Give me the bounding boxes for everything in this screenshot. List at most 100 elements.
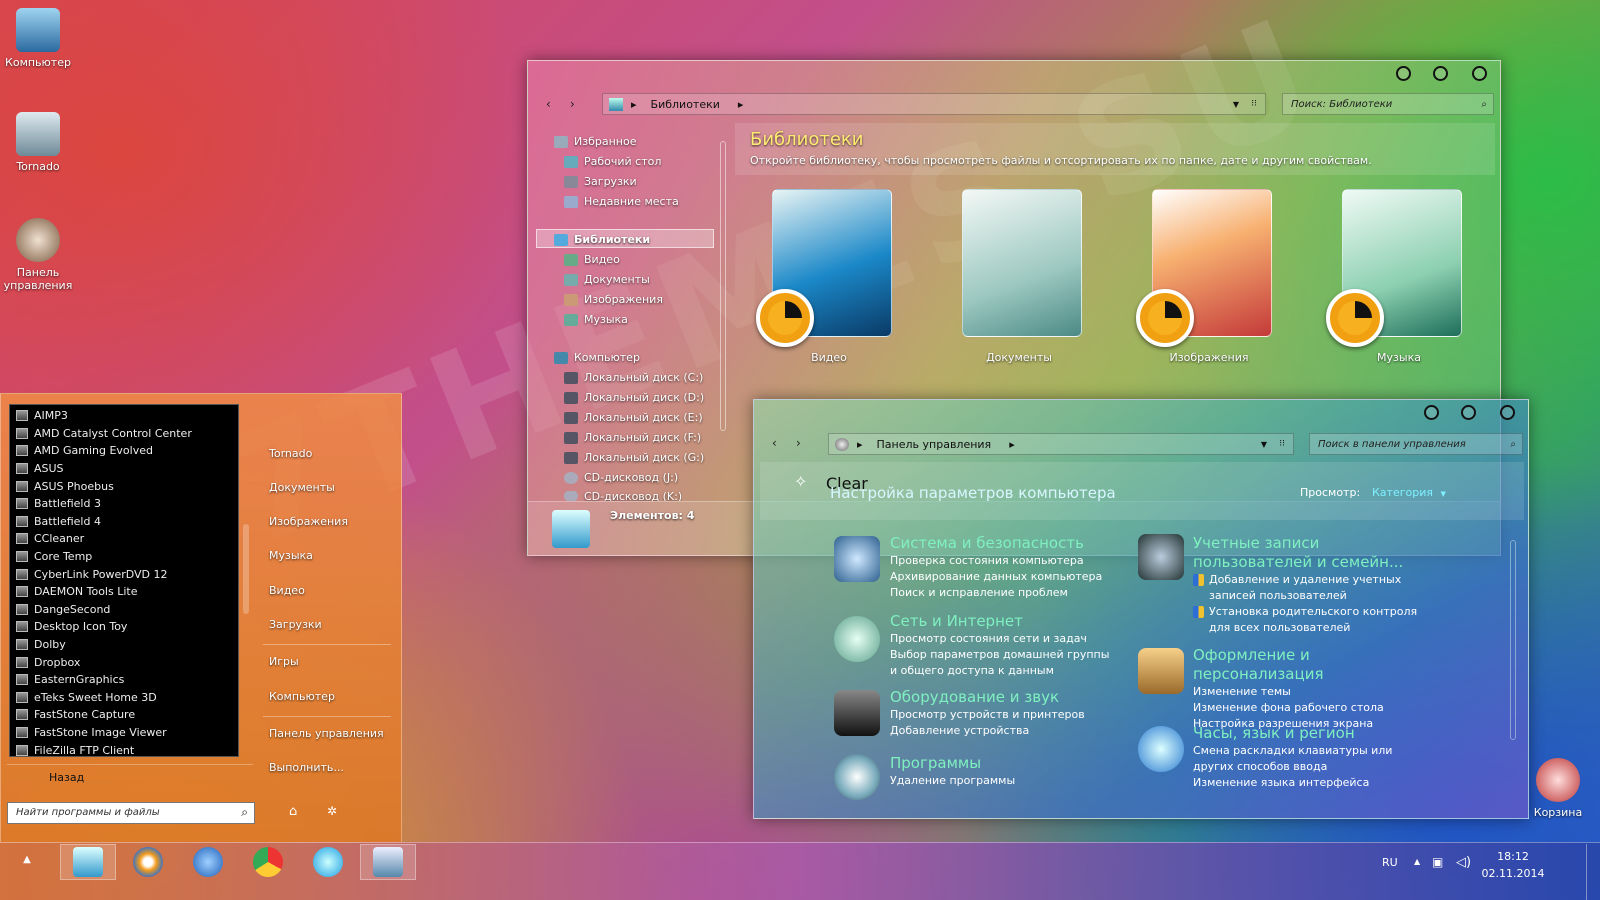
start-link-computer[interactable]: Компьютер [269,690,335,703]
taskbar-button-skype[interactable] [300,844,356,880]
category-clock-region[interactable]: Часы, язык и регион Смена раскладки клав… [1193,724,1433,791]
nav-item-drive-d[interactable]: Локальный диск (D:) [564,391,704,404]
maximize-button[interactable] [1433,66,1448,81]
program-item[interactable]: Battlefield 3 [10,495,238,513]
category-link[interactable]: Добавление и удаление учетных записей по… [1193,572,1433,604]
start-link-control-panel[interactable]: Панель управления [269,727,384,740]
start-link-documents[interactable]: Документы [269,481,335,494]
taskbar-button-chrome[interactable] [240,844,296,880]
taskbar-button-control-panel[interactable] [360,844,416,880]
nav-libraries[interactable]: Библиотеки [554,233,650,246]
category-user-accounts[interactable]: Учетные записи пользователей и семейн...… [1193,534,1433,636]
address-bar[interactable]: ▸ Панель управления ▸ ▼ ⁝⁝ [828,433,1294,455]
category-title[interactable]: Оборудование и звук [890,688,1120,707]
program-item[interactable]: Dropbox [10,653,238,671]
nav-item-music[interactable]: Музыка [564,313,628,326]
control-panel-window[interactable]: ‹ › ▸ Панель управления ▸ ▼ ⁝⁝ Поиск в п… [753,399,1529,819]
back-arrow-icon[interactable]: ‹ [546,97,551,111]
start-link-games[interactable]: Игры [269,655,299,668]
start-menu[interactable]: AIMP3 AMD Catalyst Control Center AMD Ga… [0,393,402,843]
nav-item-cd-k[interactable]: CD-дисковод (K:) [564,491,682,501]
category-network-internet[interactable]: Сеть и Интернет Просмотр состояния сети … [890,612,1120,679]
category-link[interactable]: Изменение языка интерфейса [1193,775,1433,791]
start-button[interactable]: ▲ [12,852,42,878]
volume-icon[interactable]: ◁) [1456,855,1471,870]
home-icon[interactable]: ⌂ [289,804,297,819]
program-item[interactable]: DAEMON Tools Lite [10,583,238,601]
start-search-input[interactable]: Найти программы и файлы ⌕ [7,802,255,824]
program-item[interactable]: eTeks Sweet Home 3D [10,689,238,707]
program-item[interactable]: AMD Catalyst Control Center [10,425,238,443]
category-link[interactable]: Поиск и исправление проблем [890,585,1120,601]
maximize-button[interactable] [1461,405,1476,420]
forward-arrow-icon[interactable]: › [796,436,801,450]
taskbar-button-explorer[interactable] [60,844,116,880]
nav-item-pictures[interactable]: Изображения [564,293,663,306]
history-dropdown-icon[interactable]: ▼ [1261,440,1267,449]
category-link[interactable]: Изменение фона рабочего стола [1193,700,1433,716]
category-title[interactable]: Система и безопасность [890,534,1120,553]
start-link-user[interactable]: Tornado [269,447,312,460]
language-indicator[interactable]: RU [1382,856,1398,869]
back-arrow-icon[interactable]: ‹ [772,436,777,450]
category-link[interactable]: Просмотр состояния сети и задач [890,631,1120,647]
desktop-icon-computer[interactable]: Компьютер [0,8,76,69]
search-input[interactable]: Поиск в панели управления ⌕ [1309,433,1523,455]
start-link-run[interactable]: Выполнить... [269,761,344,774]
show-hidden-icons-icon[interactable]: ▲ [1414,857,1420,866]
programs-scrollbar[interactable] [243,524,249,614]
close-button[interactable] [1500,405,1515,420]
address-bar[interactable]: ▸ Библиотеки ▸ ▼ ⁝⁝ [602,93,1266,115]
nav-item-drive-c[interactable]: Локальный диск (C:) [564,371,703,384]
category-appearance[interactable]: Оформление и персонализация Изменение те… [1193,646,1433,732]
program-item[interactable]: DangeSecond [10,601,238,619]
taskbar-button-media-player[interactable] [120,844,176,880]
category-link[interactable]: Добавление устройства [890,723,1120,739]
category-title[interactable]: Часы, язык и регион [1193,724,1433,743]
category-link[interactable]: Смена раскладки клавиатуры или других сп… [1193,743,1433,775]
back-button[interactable]: Назад [7,764,253,788]
program-item[interactable]: ASUS Phoebus [10,477,238,495]
breadcrumb[interactable]: Библиотеки [651,98,720,111]
program-item[interactable]: Dolby [10,636,238,654]
nav-item-drive-f[interactable]: Локальный диск (F:) [564,431,701,444]
category-link[interactable]: Проверка состояния компьютера [890,553,1120,569]
search-icon[interactable]: ⌕ [1510,439,1516,450]
program-item[interactable]: CyberLink PowerDVD 12 [10,565,238,583]
forward-arrow-icon[interactable]: › [570,97,575,111]
breadcrumb[interactable]: Панель управления [877,438,992,451]
close-button[interactable] [1472,66,1487,81]
program-item[interactable]: Core Temp [10,548,238,566]
desktop-icon-recycle-bin[interactable]: Корзина [1520,758,1596,819]
category-title[interactable]: Учетные записи пользователей и семейн... [1193,534,1433,572]
refresh-icon[interactable]: ⁝⁝ [1251,99,1257,109]
desktop-icon-control-panel[interactable]: Панель управления [0,218,76,292]
category-link[interactable]: Изменение темы [1193,684,1433,700]
start-link-video[interactable]: Видео [269,584,305,597]
nav-item-documents[interactable]: Документы [564,273,650,286]
program-item[interactable]: CCleaner [10,530,238,548]
nav-favorites[interactable]: Избранное [554,135,636,148]
taskbar-button-photoshop[interactable] [180,844,236,880]
program-item[interactable]: Battlefield 4 [10,513,238,531]
nav-item-recent[interactable]: Недавние места [564,195,679,208]
program-item[interactable]: ASUS [10,460,238,478]
start-link-downloads[interactable]: Загрузки [269,618,322,631]
category-title[interactable]: Оформление и персонализация [1193,646,1433,684]
category-hardware-sound[interactable]: Оборудование и звук Просмотр устройств и… [890,688,1120,739]
category-system-security[interactable]: Система и безопасность Проверка состояни… [890,534,1120,601]
program-item[interactable]: AMD Gaming Evolved [10,442,238,460]
program-item[interactable]: FastStone Image Viewer [10,724,238,742]
show-desktop-button[interactable] [1586,844,1600,900]
program-item[interactable]: FastStone Capture [10,706,238,724]
start-link-pictures[interactable]: Изображения [269,515,348,528]
search-icon[interactable]: ⌕ [241,805,248,820]
search-icon[interactable]: ⌕ [1481,99,1487,110]
view-dropdown[interactable]: Категория ▼ [1372,486,1446,499]
nav-item-drive-g[interactable]: Локальный диск (G:) [564,451,704,464]
scrollbar[interactable] [1510,540,1516,740]
category-title[interactable]: Сеть и Интернет [890,612,1120,631]
nav-item-downloads[interactable]: Загрузки [564,175,637,188]
library-tile-video[interactable]: Видео [754,189,904,364]
nav-item-drive-e[interactable]: Локальный диск (E:) [564,411,703,424]
